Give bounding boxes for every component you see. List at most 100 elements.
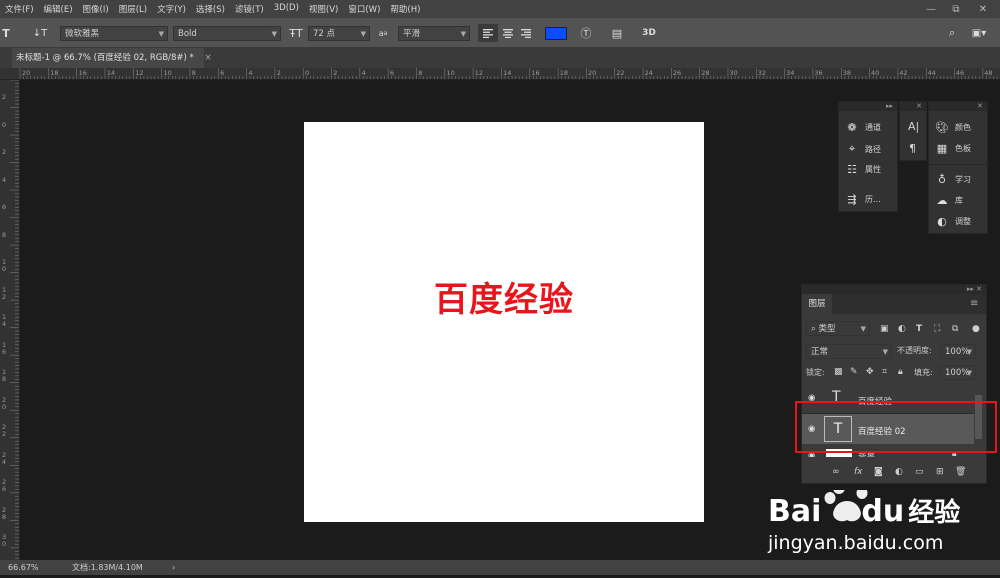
folder-icon[interactable]: ▭ <box>915 465 924 478</box>
link-icon[interactable]: ∞ <box>832 465 840 478</box>
filter-pixel-icon[interactable]: ▣ <box>880 322 889 335</box>
opacity-field[interactable]: 100% ▼ <box>940 344 976 359</box>
filter-shape-icon[interactable]: ⛶ <box>934 322 940 335</box>
ruler-tick-label: 38 <box>842 69 851 77</box>
ruler-tick-label: 1 2 <box>2 285 7 301</box>
paths-button[interactable]: ⌖ 路径 <box>845 142 881 156</box>
ruler-vertical[interactable]: 2 0 2 4 6 8 1 0 1 2 1 4 1 6 1 8 2 0 2 2 2 4 2 6 2 8 3 0 <box>0 80 20 560</box>
character-panel-icon[interactable]: ▤ <box>608 24 626 42</box>
menu-item[interactable]: 视图(V) <box>304 3 343 15</box>
filter-adjustment-icon[interactable]: ◐ <box>898 322 906 335</box>
ruler-tick-label: 44 <box>927 69 936 77</box>
font-family-select[interactable]: 微软雅黑 ▼ <box>60 26 168 41</box>
align-right-button[interactable] <box>518 24 534 42</box>
properties-button[interactable]: ☷ 属性 <box>845 163 881 176</box>
lock-all-icon[interactable]: 🔒︎ <box>898 365 903 378</box>
history-button[interactable]: ⇶ 历... <box>845 193 880 206</box>
fx-icon[interactable]: fx <box>854 465 863 478</box>
fill-field[interactable]: 100% ▼ <box>940 365 976 380</box>
color-button[interactable]: 🎨︎ 颜色 <box>935 121 971 134</box>
align-left-button[interactable] <box>478 24 498 42</box>
filter-toggle-icon[interactable]: ● <box>972 322 980 335</box>
document-canvas[interactable]: 百度经验 <box>304 122 704 522</box>
lock-pixels-icon[interactable]: ✎ <box>850 365 858 378</box>
warp-text-icon[interactable]: Ⓣ <box>578 24 594 42</box>
menu-item[interactable]: 选择(S) <box>191 3 230 15</box>
menu-item[interactable]: 图像(I) <box>78 3 114 15</box>
ruler-tick-label: 16 <box>531 69 540 77</box>
ruler-tick-label: 34 <box>786 69 795 77</box>
zoom-level[interactable]: 66.67% <box>8 560 39 575</box>
tab-layers[interactable]: 图层 <box>802 294 832 314</box>
font-size-select[interactable]: 72 点 ▼ <box>308 26 370 41</box>
options-bar: T ↓T 微软雅黑 ▼ Bold ▼ ŦT 72 点 ▼ aa 平滑 ▼ Ⓣ ▤ 3D … <box>0 18 1000 48</box>
ruler-tick-label: 2 <box>276 69 281 77</box>
text-orientation-icon[interactable]: ↓T <box>30 24 50 42</box>
ruler-tick-label: 12 <box>135 69 144 77</box>
ruler-tick-label: 32 <box>757 69 767 77</box>
grid-icon: ▦ <box>936 142 948 155</box>
menu-item[interactable]: 滤镜(T) <box>230 3 269 15</box>
align-center-button[interactable] <box>500 24 516 42</box>
menu-item[interactable]: 窗口(W) <box>343 3 385 15</box>
filter-type-icon[interactable]: T <box>916 322 922 335</box>
paths-icon: ⌖ <box>848 142 856 155</box>
character-button[interactable]: A| <box>908 120 919 133</box>
restore-button[interactable]: ⧉ <box>945 0 967 18</box>
menu-item[interactable]: 文字(Y) <box>152 3 191 15</box>
lock-transparent-icon[interactable]: ▩ <box>834 365 843 378</box>
text-color-swatch[interactable] <box>545 27 567 40</box>
search-icon[interactable]: ⌕ <box>944 24 960 42</box>
close-window-button[interactable]: ✕ <box>972 0 994 18</box>
ruler-horizontal[interactable]: 20 18 16 14 12 10 8 6 4 2 0 2 4 6 8 10 12 14 16 18 20 22 24 26 2… <box>0 68 1000 80</box>
ruler-tick-label: 6 <box>220 69 225 77</box>
antialias-select[interactable]: 平滑 ▼ <box>398 26 470 41</box>
menu-item[interactable]: 帮助(H) <box>385 3 425 15</box>
collapse-icon[interactable]: ▸▸ ✕ <box>802 285 986 294</box>
ruler-tick-label: 30 <box>729 69 738 77</box>
ruler-tick-label: 0 <box>2 120 7 129</box>
workspace-icon[interactable]: ▣▾ <box>968 24 990 42</box>
paragraph-button[interactable]: ¶ <box>909 142 916 155</box>
trash-icon[interactable]: 🗑︎ <box>955 465 966 478</box>
layer-filter-value: 类型 <box>818 324 836 334</box>
font-style-select[interactable]: Bold ▼ <box>173 26 281 41</box>
minimize-button[interactable]: — <box>920 0 942 18</box>
text-tool-icon[interactable]: T <box>0 24 12 42</box>
chevron-down-icon: ▼ <box>158 30 164 38</box>
lock-artboard-icon[interactable]: ⌗ <box>882 365 887 378</box>
ruler-tick-label: 24 <box>644 69 653 77</box>
menu-bar: 文件(F) 编辑(E) 图像(I) 图层(L) 文字(Y) 选择(S) 滤镜(T) 3D(D)… <box>0 0 1000 18</box>
adjustments-icon: ◐ <box>937 215 947 228</box>
lock-position-icon[interactable]: ✥ <box>866 365 874 378</box>
document-tab[interactable]: 未标题-1 @ 66.7% (百度经验 02, RGB/8#) * × <box>12 48 212 68</box>
collapse-icon[interactable]: ✕ <box>900 102 926 111</box>
3d-button[interactable]: 3D <box>638 24 660 42</box>
collapse-icon[interactable]: ✕ <box>929 102 987 111</box>
layer-filter-select[interactable]: ⌕ 类型 ▼ <box>806 321 870 336</box>
status-menu-icon[interactable]: › <box>172 560 175 575</box>
watermark-du: du <box>861 494 905 529</box>
menu-item[interactable]: 图层(L) <box>114 3 152 15</box>
adjustments-button[interactable]: ◐ 调整 <box>935 215 971 228</box>
panel-menu-icon[interactable]: ≡ <box>970 298 978 309</box>
watermark-bai: Bai <box>768 494 822 529</box>
menu-item[interactable]: 编辑(E) <box>39 3 78 15</box>
collapse-icon[interactable]: ▸▸ <box>839 102 897 111</box>
properties-label: 属性 <box>865 165 881 174</box>
ruler-tick-label: 46 <box>955 69 965 77</box>
new-layer-icon[interactable]: ⊞ <box>936 465 944 478</box>
menu-item[interactable]: 文件(F) <box>0 3 39 15</box>
learn-button[interactable]: ♁ 学习 <box>935 173 971 186</box>
mask-icon[interactable]: ◙ <box>874 465 883 478</box>
canvas-text-layer[interactable]: 百度经验 <box>304 272 704 321</box>
channels-button[interactable]: ❁ 通道 <box>845 121 881 134</box>
close-tab-icon[interactable]: × <box>205 53 212 63</box>
libraries-button[interactable]: ☁ 库 <box>935 194 964 207</box>
adjustment-layer-icon[interactable]: ◐ <box>895 465 903 478</box>
blend-mode-select[interactable]: 正常 ▼ <box>806 344 892 359</box>
menu-item[interactable]: 3D(D) <box>269 3 304 15</box>
swatches-button[interactable]: ▦ 色板 <box>935 142 971 155</box>
filter-smartobject-icon[interactable]: ⧉ <box>952 322 958 335</box>
layers-tab-bar: 图层 ≡ <box>802 294 986 314</box>
